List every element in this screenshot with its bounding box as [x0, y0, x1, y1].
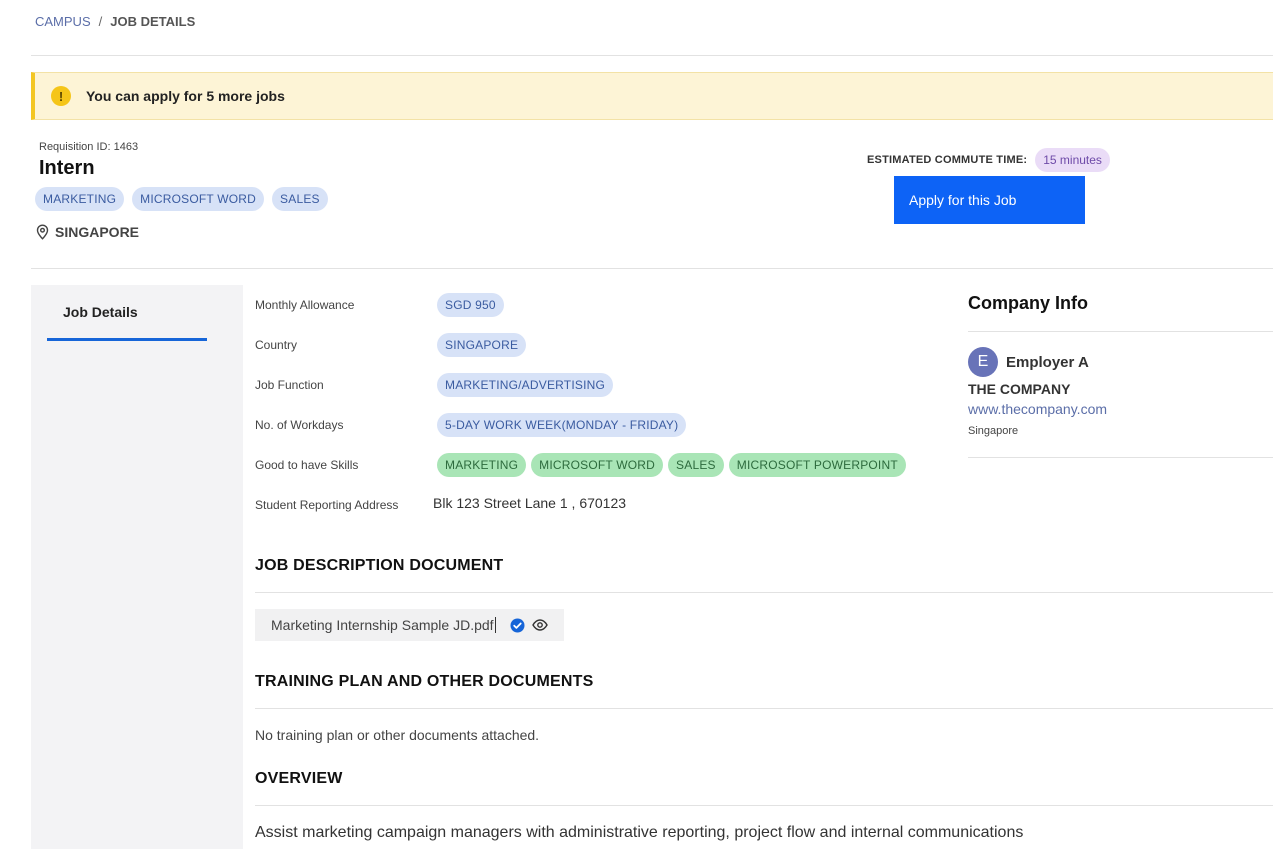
requisition-id: Requisition ID: 1463 [39, 141, 139, 153]
jd-section-title: JOB DESCRIPTION DOCUMENT [255, 557, 504, 574]
job-tags: MARKETING MICROSOFT WORD SALES [35, 187, 328, 211]
workdays-label: No. of Workdays [255, 418, 344, 432]
company-info-title: Company Info [968, 293, 1088, 313]
address-label: Student Reporting Address [255, 498, 399, 512]
company-website-link[interactable]: www.thecompany.com [968, 401, 1107, 417]
warning-icon: ! [51, 86, 71, 106]
skills-label: Good to have Skills [255, 458, 359, 472]
breadcrumb-current: JOB DETAILS [110, 14, 196, 29]
eye-icon[interactable] [531, 619, 548, 631]
breadcrumb: CAMPUS / JOB DETAILS [35, 14, 195, 29]
skill-tag: SALES [668, 453, 724, 477]
location-text: SINGAPORE [55, 224, 140, 240]
breadcrumb-separator: / [98, 14, 103, 29]
location-pin-icon [35, 224, 50, 240]
jd-divider [255, 592, 1273, 593]
section-divider [31, 268, 1273, 269]
training-text: No training plan or other documents atta… [255, 727, 540, 743]
skill-tag: MARKETING [437, 453, 527, 477]
job-tag: MICROSOFT WORD [132, 187, 265, 211]
apply-job-button[interactable]: Apply for this Job [894, 176, 1085, 224]
avatar: E [968, 347, 998, 377]
breadcrumb-campus-link[interactable]: CAMPUS [35, 14, 91, 29]
overview-section-title: OVERVIEW [255, 770, 343, 787]
training-divider [255, 708, 1273, 709]
address-value: Blk 123 Street Lane 1 , 670123 [433, 495, 627, 511]
commute-time: ESTIMATED COMMUTE TIME: 15 minutes [867, 148, 1110, 172]
skills-list: MARKETING MICROSOFT WORD SALES MICROSOFT… [437, 453, 906, 477]
commute-label: ESTIMATED COMMUTE TIME: [867, 154, 1028, 166]
monthly-allowance-label: Monthly Allowance [255, 298, 355, 312]
job-function-label: Job Function [255, 378, 324, 392]
job-tag: SALES [272, 187, 328, 211]
job-tag: MARKETING [35, 187, 125, 211]
skill-tag: MICROSOFT POWERPOINT [728, 453, 906, 477]
apply-limit-alert: ! You can apply for 5 more jobs [31, 72, 1273, 120]
jd-file-name[interactable]: Marketing Internship Sample JD.pdf [271, 617, 494, 633]
country-label: Country [255, 338, 298, 352]
job-title: Intern [39, 157, 95, 179]
country-value: SINGAPORE [437, 333, 527, 357]
verified-check-icon [510, 618, 525, 633]
header-divider [31, 55, 1273, 56]
overview-text: Assist marketing campaign managers with … [255, 824, 1024, 841]
company-name: THE COMPANY [968, 381, 1071, 397]
company-info-divider [968, 331, 1273, 332]
commute-badge: 15 minutes [1035, 148, 1110, 172]
employer-name: Employer A [1006, 354, 1089, 371]
company-location: Singapore [968, 425, 1019, 437]
company-info-bottom-divider [968, 457, 1273, 458]
text-cursor [494, 617, 496, 633]
overview-divider [255, 805, 1273, 806]
training-section-title: TRAINING PLAN AND OTHER DOCUMENTS [255, 673, 594, 690]
alert-text: You can apply for 5 more jobs [86, 88, 285, 104]
jd-document[interactable]: Marketing Internship Sample JD.pdf [255, 609, 564, 641]
workdays-value: 5-DAY WORK WEEK(MONDAY - FRIDAY) [437, 413, 687, 437]
job-function-value: MARKETING/ADVERTISING [437, 373, 614, 397]
job-location: SINGAPORE [35, 224, 139, 240]
skill-tag: MICROSOFT WORD [531, 453, 664, 477]
side-panel: Job Details [31, 285, 243, 849]
tab-job-details[interactable]: Job Details [47, 285, 207, 341]
monthly-allowance-value: SGD 950 [437, 293, 504, 317]
